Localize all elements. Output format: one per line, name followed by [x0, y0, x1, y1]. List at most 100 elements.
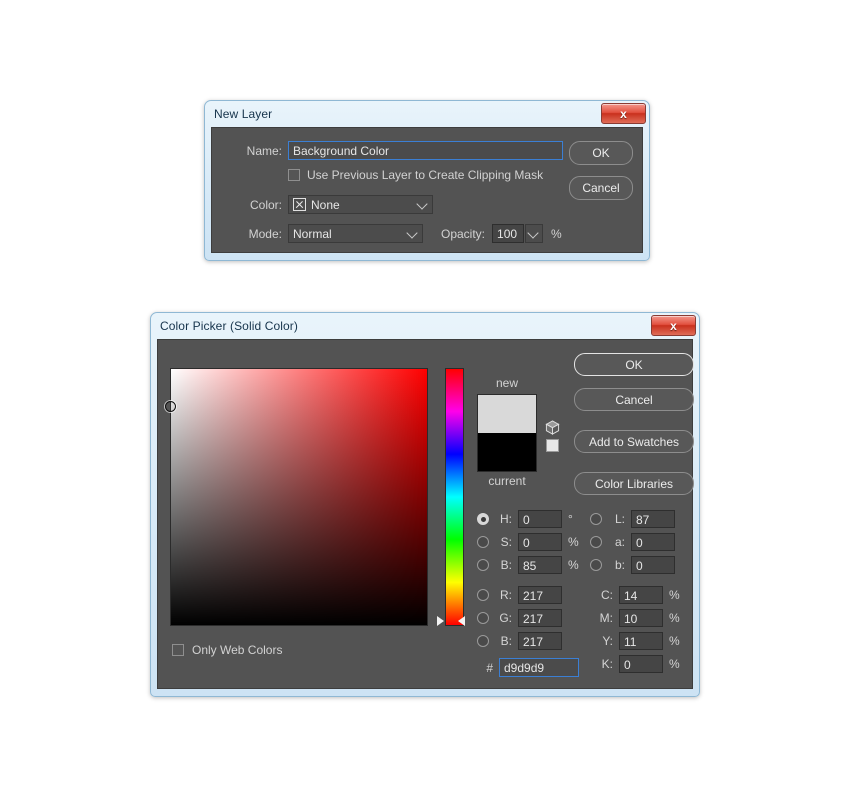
clipping-mask-label: Use Previous Layer to Create Clipping Ma… — [307, 168, 543, 182]
radio-l[interactable] — [590, 513, 602, 525]
opacity-stepper[interactable] — [525, 224, 543, 243]
input-s[interactable]: 0 — [518, 533, 562, 551]
out-of-gamut-cube-icon — [545, 420, 560, 435]
close-glyph: x — [620, 108, 627, 120]
color-picker-titlebar[interactable]: Color Picker (Solid Color) x — [151, 313, 699, 339]
opacity-unit: % — [551, 227, 562, 241]
close-glyph: x — [670, 320, 677, 332]
input-l[interactable]: 87 — [631, 510, 675, 528]
new-layer-title: New Layer — [214, 107, 272, 121]
only-web-colors-row: Only Web Colors — [172, 643, 282, 657]
label-g: G: — [496, 611, 512, 625]
color-libraries-button[interactable]: Color Libraries — [574, 472, 694, 495]
rgb-row-b: B: 217 — [477, 632, 562, 650]
add-to-swatches-button[interactable]: Add to Swatches — [574, 430, 694, 453]
lab-row-a: a: 0 — [590, 533, 675, 551]
hex-row: # d9d9d9 — [477, 658, 579, 677]
current-color-label: current — [477, 474, 537, 488]
input-b-lab[interactable]: 0 — [631, 556, 675, 574]
label-l: L: — [609, 512, 625, 526]
unit-c: % — [669, 588, 680, 602]
only-web-colors-checkbox[interactable] — [172, 644, 184, 656]
hsb-row-h: H: 0 ° — [477, 510, 573, 528]
hue-marker-left-icon — [437, 616, 444, 626]
input-k[interactable]: 0 — [619, 655, 663, 673]
unit-k: % — [669, 657, 680, 671]
blend-mode-select[interactable]: Normal — [288, 224, 423, 243]
radio-g[interactable] — [477, 612, 489, 624]
input-y[interactable]: 11 — [619, 632, 663, 650]
opacity-input[interactable]: 100 — [492, 224, 524, 243]
rgb-row-g: G: 217 — [477, 609, 562, 627]
label-h: H: — [496, 512, 512, 526]
color-picker-ok-button[interactable]: OK — [574, 353, 694, 376]
cmyk-row-k: K: 0 % — [597, 655, 680, 673]
radio-b-brightness[interactable] — [477, 559, 489, 571]
input-g[interactable]: 217 — [518, 609, 562, 627]
input-c[interactable]: 14 — [619, 586, 663, 604]
label-r: R: — [496, 588, 512, 602]
radio-b-blue[interactable] — [477, 635, 489, 647]
close-icon[interactable]: x — [651, 315, 696, 336]
saturation-brightness-field[interactable] — [170, 368, 428, 626]
color-row: Color: None — [234, 195, 433, 214]
input-h[interactable]: 0 — [518, 510, 562, 528]
input-m[interactable]: 10 — [619, 609, 663, 627]
new-layer-titlebar[interactable]: New Layer x — [205, 101, 649, 127]
color-picker-title: Color Picker (Solid Color) — [160, 319, 298, 333]
close-icon[interactable]: x — [601, 103, 646, 124]
hex-input[interactable]: d9d9d9 — [499, 658, 579, 677]
radio-b-lab[interactable] — [590, 559, 602, 571]
none-x-icon — [293, 198, 306, 211]
name-label: Name: — [234, 144, 282, 158]
input-r[interactable]: 217 — [518, 586, 562, 604]
blend-mode-value: Normal — [293, 227, 332, 241]
color-picker-cancel-button[interactable]: Cancel — [574, 388, 694, 411]
hue-slider[interactable] — [441, 368, 461, 626]
color-picker-dialog: Color Picker (Solid Color) x new current — [150, 312, 700, 697]
lab-row-b: b: 0 — [590, 556, 675, 574]
radio-r[interactable] — [477, 589, 489, 601]
label-y: Y: — [597, 634, 613, 648]
new-color-label: new — [477, 376, 537, 390]
chevron-down-icon — [527, 227, 538, 238]
clipping-mask-row: Use Previous Layer to Create Clipping Ma… — [288, 168, 543, 182]
layer-color-select[interactable]: None — [288, 195, 433, 214]
unit-s: % — [568, 535, 579, 549]
radio-a[interactable] — [590, 536, 602, 548]
color-field-marker — [165, 401, 176, 412]
hue-marker-right-icon — [458, 616, 465, 626]
cmyk-row-y: Y: 11 % — [597, 632, 680, 650]
input-b-blue[interactable]: 217 — [518, 632, 562, 650]
chevron-down-icon — [406, 227, 417, 238]
only-web-colors-label: Only Web Colors — [192, 643, 282, 657]
label-k: K: — [597, 657, 613, 671]
new-color-swatch[interactable] — [477, 394, 537, 433]
input-a[interactable]: 0 — [631, 533, 675, 551]
current-color-swatch[interactable] — [477, 433, 537, 472]
new-layer-body: Name: Background Color Use Previous Laye… — [211, 127, 643, 253]
radio-s[interactable] — [477, 536, 489, 548]
unit-y: % — [669, 634, 680, 648]
label-m: M: — [597, 611, 613, 625]
clipping-mask-checkbox[interactable] — [288, 169, 300, 181]
web-safe-color-swatch[interactable] — [546, 439, 559, 452]
radio-h[interactable] — [477, 513, 489, 525]
hue-strip[interactable] — [445, 368, 464, 626]
color-label: Color: — [234, 198, 282, 212]
lab-row-l: L: 87 — [590, 510, 675, 528]
cmyk-row-c: C: 14 % — [597, 586, 680, 604]
unit-b-brightness: % — [568, 558, 579, 572]
unit-m: % — [669, 611, 680, 625]
name-row: Name: Background Color — [234, 141, 563, 160]
opacity-label: Opacity: — [441, 227, 485, 241]
mode-row: Mode: Normal Opacity: 100 % — [234, 224, 562, 243]
new-layer-cancel-button[interactable]: Cancel — [569, 176, 633, 200]
cmyk-row-m: M: 10 % — [597, 609, 680, 627]
hsb-row-s: S: 0 % — [477, 533, 579, 551]
layer-name-input[interactable]: Background Color — [288, 141, 563, 160]
hsb-row-b: B: 85 % — [477, 556, 579, 574]
input-b-brightness[interactable]: 85 — [518, 556, 562, 574]
new-layer-ok-button[interactable]: OK — [569, 141, 633, 165]
label-c: C: — [597, 588, 613, 602]
